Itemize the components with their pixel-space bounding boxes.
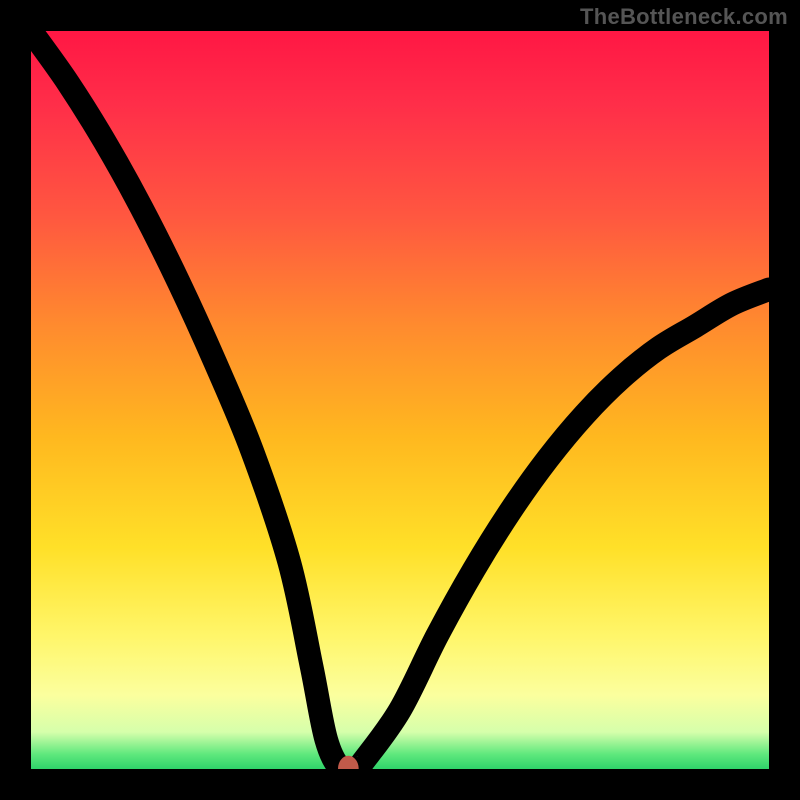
chart-frame: TheBottleneck.com [0, 0, 800, 800]
curve-svg [31, 31, 769, 769]
bottleneck-curve [31, 31, 769, 769]
plot-area [31, 31, 769, 769]
watermark-text: TheBottleneck.com [580, 4, 788, 30]
min-marker [342, 759, 355, 769]
